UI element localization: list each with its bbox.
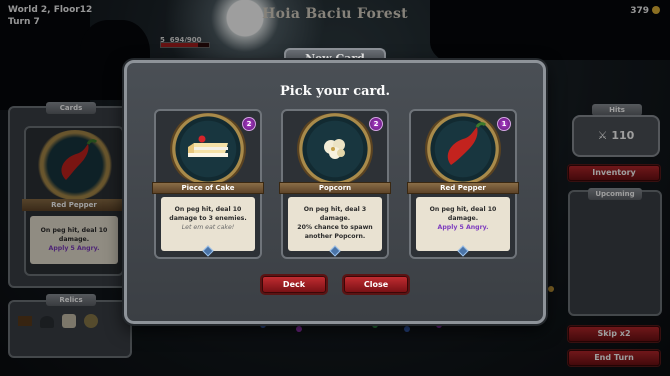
card-name: Red Pepper: [407, 182, 519, 194]
cost-badge: 2: [369, 117, 383, 131]
card-flavor-text: Let em eat cake!: [181, 224, 235, 231]
popcorn-icon: [295, 113, 375, 185]
card-desc-line2: 20% chance to spawn: [297, 224, 373, 231]
close-button[interactable]: Close: [344, 276, 408, 293]
card-name: Piece of Cake: [152, 182, 264, 194]
card-option-piece-of-cake[interactable]: 2 Piece of Cake On peg hit, deal 10 dama…: [152, 109, 264, 259]
card-option-red-pepper[interactable]: 1 Red Pepper On peg hit, deal 10 damage.…: [407, 109, 519, 259]
card-desc-line1: On peg hit, deal 10: [174, 206, 242, 213]
card-name: Popcorn: [279, 182, 391, 194]
card-desc-line2: damage to 3 enemies.: [169, 215, 247, 222]
cost-badge: 2: [242, 117, 256, 131]
card-desc-line2: Apply 5 Angry.: [437, 224, 489, 231]
pepper-icon: [423, 113, 503, 185]
card-description: On peg hit, deal 3 damage. 20% chance to…: [288, 197, 382, 251]
modal-heading: Pick your card.: [279, 84, 391, 99]
card-desc-line1: On peg hit, deal 10 damage.: [429, 206, 497, 222]
cake-icon: [168, 113, 248, 185]
cost-badge: 1: [497, 117, 511, 131]
card-description: On peg hit, deal 10 damage to 3 enemies.…: [161, 197, 255, 251]
deck-button[interactable]: Deck: [262, 276, 326, 293]
card-desc-line3: another Popcorn.: [304, 233, 366, 240]
card-option-popcorn[interactable]: 2 Popcorn On peg hit, deal 3 damage. 20%…: [279, 109, 391, 259]
card-desc-line1: On peg hit, deal 3 damage.: [303, 206, 367, 222]
card-description: On peg hit, deal 10 damage. Apply 5 Angr…: [416, 197, 510, 251]
